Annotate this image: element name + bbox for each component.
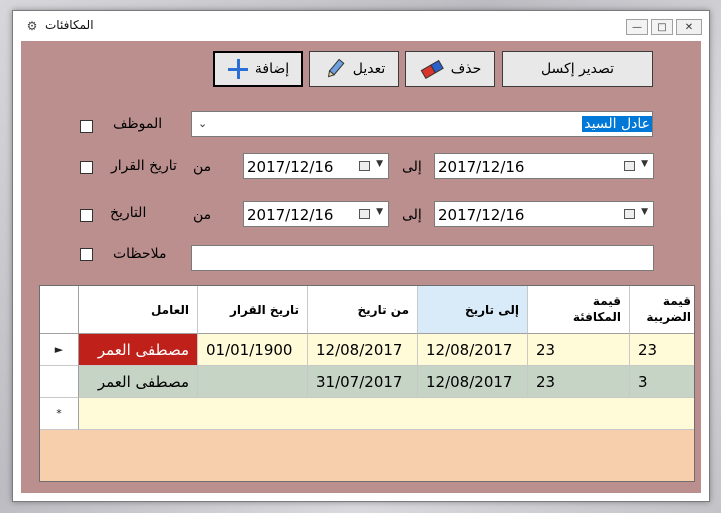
app-icon: ⚙: [26, 19, 38, 33]
calendar-icon[interactable]: [624, 161, 635, 171]
eraser-icon: [420, 59, 444, 79]
add-label: إضافة: [254, 61, 290, 77]
decision-from-label: من: [193, 159, 212, 175]
date-to-label: إلى: [402, 207, 422, 223]
employee-combobox[interactable]: عادل السيد ⌄: [191, 111, 653, 137]
window-title: المكافئات: [45, 18, 94, 32]
date-from-label: من: [193, 207, 212, 223]
notes-input[interactable]: [191, 245, 654, 271]
dropdown-arrow-icon[interactable]: ▼: [376, 159, 383, 169]
decision-date-filter-checkbox[interactable]: [80, 161, 93, 174]
column-header-to-date[interactable]: إلى تاريخ: [418, 286, 528, 334]
notes-label: ملاحظات: [113, 246, 167, 262]
decision-from-datepicker[interactable]: 2017/12/16 ▼: [243, 153, 389, 179]
column-header-amount[interactable]: قيمة المكافئة: [528, 286, 630, 334]
table-cell-worker[interactable]: مصطفى العمر: [79, 366, 198, 398]
date-to-datepicker[interactable]: 2017/12/16 ▼: [434, 201, 654, 227]
date-filter-checkbox[interactable]: [80, 209, 93, 222]
delete-button[interactable]: حذف: [405, 51, 495, 87]
employee-selected-value: عادل السيد: [582, 116, 652, 132]
edit-button[interactable]: تعديل: [309, 51, 399, 87]
add-button[interactable]: إضافة: [213, 51, 303, 87]
column-header-from-date[interactable]: من تاريخ: [308, 286, 418, 334]
table-cell-from-date[interactable]: 31/07/2017: [308, 366, 418, 398]
date-label: التاريخ: [110, 205, 147, 221]
table-cell-amount[interactable]: 23: [528, 366, 630, 398]
decision-to-value: 2017/12/16: [438, 158, 525, 176]
date-to-value: 2017/12/16: [438, 206, 525, 224]
dropdown-arrow-icon[interactable]: ▼: [641, 207, 648, 217]
decision-to-datepicker[interactable]: 2017/12/16 ▼: [434, 153, 654, 179]
table-cell-amount[interactable]: 23: [528, 334, 630, 366]
employee-filter-checkbox[interactable]: [80, 120, 93, 133]
title-bar[interactable]: ⚙ المكافئات — □ ✕: [13, 11, 709, 41]
calendar-icon[interactable]: [359, 161, 370, 171]
edit-label: تعديل: [352, 61, 386, 77]
new-row-placeholder[interactable]: [79, 398, 694, 430]
export-excel-label: تصدير إكسل: [540, 61, 615, 77]
rewards-data-grid[interactable]: العامل تاريخ القرار من تاريخ إلى تاريخ ق…: [39, 285, 695, 482]
form-client-area: تصدير إكسل حذف تعديل إضافة الموظف عادل ا…: [21, 41, 701, 493]
dropdown-arrow-icon[interactable]: ▼: [376, 207, 383, 217]
close-button[interactable]: ✕: [676, 19, 702, 35]
table-cell-from-date[interactable]: 12/08/2017: [308, 334, 418, 366]
column-header-tax[interactable]: قيمة الضريبة: [630, 286, 694, 334]
calendar-icon[interactable]: [359, 209, 370, 219]
grid-corner-header[interactable]: [40, 286, 79, 334]
app-window: ⚙ المكافئات — □ ✕ تصدير إكسل حذف تعديل إ…: [12, 10, 710, 502]
table-cell-tax[interactable]: 23: [630, 334, 694, 366]
minimize-button[interactable]: —: [626, 19, 648, 35]
row-header-new[interactable]: *: [40, 398, 79, 430]
export-excel-button[interactable]: تصدير إكسل: [502, 51, 653, 87]
column-header-worker[interactable]: العامل: [79, 286, 198, 334]
table-cell-decision-date[interactable]: 01/01/1900: [198, 334, 308, 366]
notes-filter-checkbox[interactable]: [80, 248, 93, 261]
plus-icon: [227, 59, 248, 79]
maximize-button[interactable]: □: [651, 19, 673, 35]
table-cell-decision-date[interactable]: [198, 366, 308, 398]
pencil-icon: [327, 58, 345, 78]
dropdown-arrow-icon[interactable]: ▼: [641, 159, 648, 169]
table-cell-tax[interactable]: 3: [630, 366, 694, 398]
decision-date-label: تاريخ القرار: [111, 158, 177, 174]
table-cell-to-date[interactable]: 12/08/2017: [418, 366, 528, 398]
table-cell-to-date[interactable]: 12/08/2017: [418, 334, 528, 366]
delete-label: حذف: [450, 61, 482, 77]
decision-from-value: 2017/12/16: [247, 158, 334, 176]
chevron-down-icon[interactable]: ⌄: [198, 117, 207, 130]
column-header-decision-date[interactable]: تاريخ القرار: [198, 286, 308, 334]
employee-label: الموظف: [113, 116, 163, 132]
date-from-value: 2017/12/16: [247, 206, 334, 224]
row-header-current[interactable]: ►: [40, 334, 79, 366]
date-from-datepicker[interactable]: 2017/12/16 ▼: [243, 201, 389, 227]
row-header[interactable]: [40, 366, 79, 398]
calendar-icon[interactable]: [624, 209, 635, 219]
decision-to-label: إلى: [402, 159, 422, 175]
table-cell-worker[interactable]: مصطفى العمر: [79, 334, 198, 366]
